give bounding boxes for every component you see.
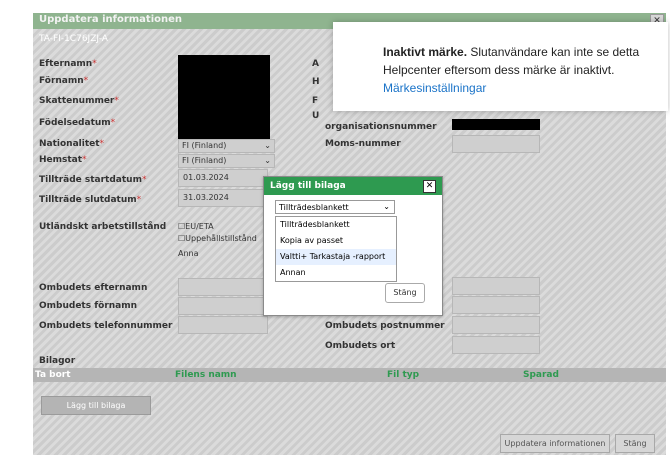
slutdatum-field[interactable]: 31.03.2024: [178, 189, 268, 207]
label-right-u: U: [312, 111, 320, 121]
label-momsnummer: Moms-nummer: [325, 139, 401, 149]
ombud-telefon-field[interactable]: [178, 316, 268, 334]
dialog-title: Uppdatera informationen: [39, 14, 183, 25]
label-right-h: H: [312, 77, 320, 87]
label-nationalitet: Nationalitet*: [39, 139, 105, 149]
label-hemstat: Hemstat*: [39, 155, 87, 165]
label-ombud-efternamn: Ombudets efternamn: [39, 283, 148, 293]
label-startdatum: Tillträde startdatum*: [39, 175, 147, 185]
modal-title: Lägg till bilaga: [270, 181, 346, 191]
notice-text: Inaktivt märke. Slutanvändare kan inte s…: [383, 43, 653, 97]
attachment-type-dropdown: Tillträdesblankett Kopia av passet Valtt…: [275, 216, 397, 282]
dropdown-option[interactable]: Annan: [276, 265, 396, 281]
dropdown-option[interactable]: Valtti+ Tarkastaja -rapport: [276, 249, 396, 265]
label-skattenummer: Skattenummer*: [39, 96, 119, 106]
label-right-f: F: [312, 96, 319, 106]
label-right-a: A: [312, 59, 319, 69]
modal-close-icon[interactable]: ✕: [423, 180, 436, 193]
redacted-org-number: [452, 119, 540, 130]
dropdown-option[interactable]: Tillträdesblankett: [276, 217, 396, 233]
chevron-down-icon: ⌄: [264, 141, 271, 150]
modal-header: Lägg till bilaga ✕: [264, 177, 442, 195]
footer-close-button[interactable]: Stäng: [615, 434, 655, 453]
redacted-block: [178, 55, 270, 140]
permit-option-eueta[interactable]: ☐EU/ETA: [178, 222, 214, 231]
label-ombud-fornamn: Ombudets förnamn: [39, 301, 138, 311]
label-fornamn: Förnamn*: [39, 76, 89, 86]
add-attachment-modal: Lägg till bilaga ✕ Tillträdesblankett ⌄ …: [263, 176, 443, 316]
label-arbetstillstand: Utländskt arbetstillstånd: [39, 222, 167, 232]
startdatum-field[interactable]: 01.03.2024: [178, 169, 268, 187]
brand-settings-link[interactable]: Märkesinställningar: [383, 81, 486, 95]
reference-id: TA-FI-1C76JZJ-A: [39, 34, 108, 44]
update-info-button[interactable]: Uppdatera informationen: [500, 434, 610, 453]
label-ombud-postnummer: Ombudets postnummer: [325, 321, 445, 331]
ombud-fornamn-field[interactable]: [178, 297, 268, 315]
col-ta-bort: Ta bort: [35, 370, 71, 380]
chevron-down-icon: ⌄: [264, 156, 271, 165]
col-sparad: Sparad: [523, 370, 559, 380]
col-filens-namn: Filens namn: [175, 370, 237, 380]
permit-option-annan: Anna: [178, 249, 199, 258]
label-organisationsnummer: organisationsnummer: [325, 122, 437, 132]
label-slutdatum: Tillträde slutdatum*: [39, 195, 142, 205]
ombud-postnummer-field[interactable]: [452, 316, 540, 334]
add-attachment-button[interactable]: Lägg till bilaga: [41, 396, 151, 415]
label-ombud-telefon: Ombudets telefonnummer: [39, 321, 173, 331]
col-fil-typ: Fil typ: [387, 370, 420, 380]
label-ombud-ort: Ombudets ort: [325, 341, 396, 351]
label-efternamn: Efternamn*: [39, 59, 97, 69]
attachment-type-select[interactable]: Tillträdesblankett ⌄: [275, 200, 395, 214]
ombud-ort-field[interactable]: [452, 336, 540, 354]
inactive-brand-notice: Inaktivt märke. Slutanvändare kan inte s…: [333, 22, 668, 111]
label-fodelsedatum: Födelsedatum*: [39, 118, 116, 128]
hemstat-select[interactable]: FI (Finland) ⌄: [178, 154, 275, 168]
chevron-down-icon: ⌄: [383, 202, 390, 211]
momsnummer-field[interactable]: [452, 135, 540, 153]
notice-bold: Inaktivt märke.: [383, 45, 468, 59]
modal-close-button[interactable]: Stäng: [385, 283, 425, 303]
bilagor-heading: Bilagor: [39, 356, 76, 366]
attachments-table-header: Ta bort Filens namn Fil typ Sparad: [33, 368, 666, 382]
permit-option-uppehall[interactable]: ☐Uppehållstillstånd: [178, 234, 257, 243]
ombud-right-field-1[interactable]: [452, 277, 540, 295]
ombud-efternamn-field[interactable]: [178, 278, 268, 296]
ombud-right-field-2[interactable]: [452, 296, 540, 314]
dropdown-option[interactable]: Kopia av passet: [276, 233, 396, 249]
nationalitet-select[interactable]: FI (Finland) ⌄: [178, 139, 275, 153]
selected-value: Tillträdesblankett: [279, 203, 349, 212]
